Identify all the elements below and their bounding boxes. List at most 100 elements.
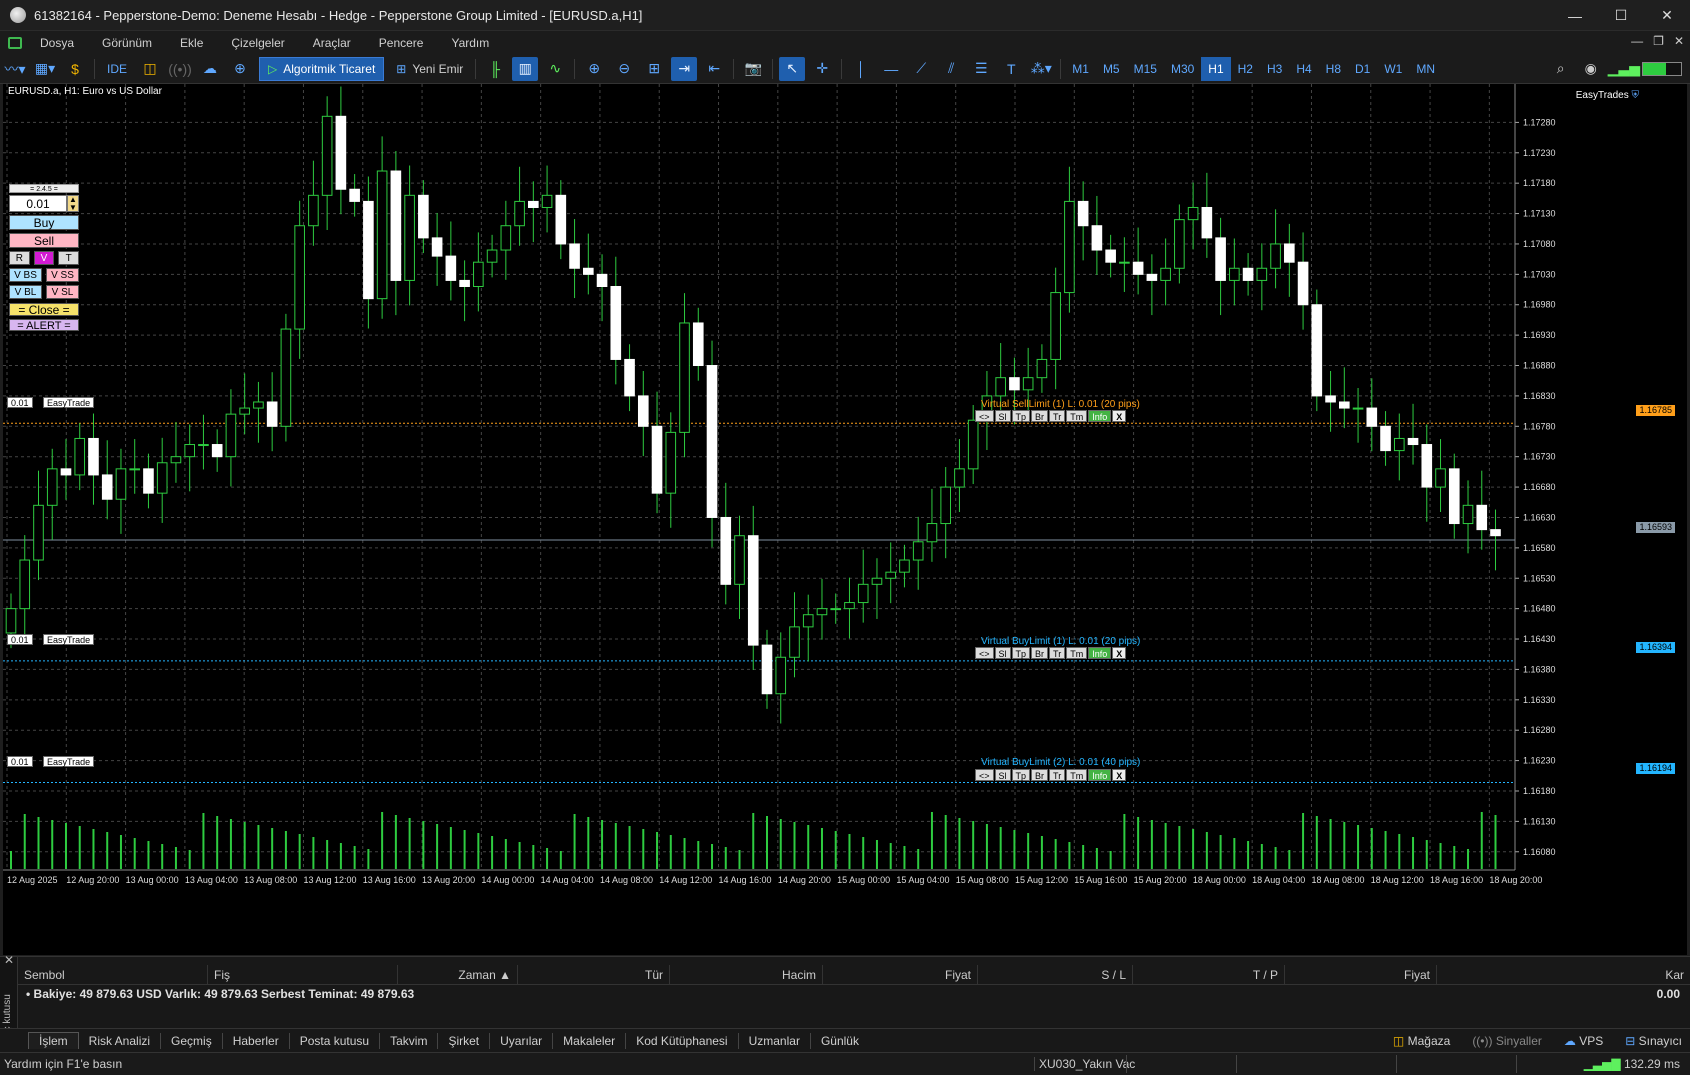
tf-m1[interactable]: M1: [1065, 57, 1096, 81]
menu-help[interactable]: Yardım: [437, 36, 503, 50]
search-icon[interactable]: ⌕: [1548, 57, 1574, 81]
v-ss-button[interactable]: V SS: [46, 268, 79, 282]
col-type[interactable]: Tür: [518, 964, 670, 985]
menu-insert[interactable]: Ekle: [166, 36, 217, 50]
tab-risk-analysis[interactable]: Risk Analizi: [79, 1032, 162, 1049]
vertical-line-icon[interactable]: │: [848, 57, 874, 81]
text-icon[interactable]: T: [998, 57, 1024, 81]
tf-m5[interactable]: M5: [1096, 57, 1127, 81]
order-lot-tag[interactable]: 0.01: [7, 756, 33, 767]
tf-h2[interactable]: H2: [1231, 57, 1260, 81]
info-button[interactable]: Info: [1088, 769, 1112, 781]
tf-mn[interactable]: MN: [1409, 57, 1442, 81]
br-button[interactable]: Br: [1031, 647, 1049, 659]
tr-button[interactable]: Tr: [1049, 647, 1066, 659]
v-button[interactable]: V: [33, 251, 55, 265]
col-current-price[interactable]: Fiyat: [1285, 964, 1437, 985]
tf-h3[interactable]: H3: [1260, 57, 1289, 81]
col-ticket[interactable]: Fiş: [208, 964, 398, 985]
tab-mailbox[interactable]: Posta kutusu: [290, 1032, 381, 1049]
tf-h4[interactable]: H4: [1289, 57, 1318, 81]
tab-articles[interactable]: Makaleler: [553, 1032, 627, 1049]
zoom-in-icon[interactable]: ⊕: [581, 57, 607, 81]
tab-trade[interactable]: İşlem: [28, 1032, 79, 1049]
menu-window[interactable]: Pencere: [365, 36, 438, 50]
chart-templates-icon[interactable]: ▦▾: [32, 57, 58, 81]
order-name-tag[interactable]: EasyTrade: [43, 397, 95, 408]
close-all-button[interactable]: = Close =: [9, 303, 79, 317]
tab-alerts[interactable]: Uyarılar: [490, 1032, 554, 1049]
zoom-out-icon[interactable]: ⊖: [611, 57, 637, 81]
delete-order-button[interactable]: X: [1112, 647, 1127, 659]
price-chart[interactable]: 1.17280 1.17230 1.17180 1.17130 1.17080 1.170…: [3, 84, 1687, 955]
tp-button[interactable]: Tp: [1011, 410, 1031, 422]
v-bl-button[interactable]: V BL: [9, 285, 42, 299]
col-volume[interactable]: Hacim: [670, 964, 823, 985]
toolbox-vertical-tab[interactable]: ✕ Araç kutusu: [0, 953, 18, 1047]
alert-button[interactable]: = ALERT =: [9, 319, 79, 332]
col-profit[interactable]: Kar: [1437, 965, 1690, 985]
br-button[interactable]: Br: [1031, 769, 1049, 781]
new-order-button[interactable]: ⊞ Yeni Emir: [390, 57, 469, 81]
minimize-button[interactable]: —: [1552, 0, 1598, 31]
v-bs-button[interactable]: V BS: [9, 268, 42, 282]
child-restore-button[interactable]: ❐: [1653, 34, 1664, 48]
signal-icon[interactable]: ((•)): [167, 57, 193, 81]
lot-stepper[interactable]: 0.01 ▲ ▼: [9, 195, 79, 212]
tab-news[interactable]: Haberler: [223, 1032, 290, 1049]
info-button[interactable]: Info: [1088, 647, 1112, 659]
menu-file[interactable]: Dosya: [26, 36, 88, 50]
delete-order-button[interactable]: X: [1112, 410, 1127, 422]
menu-charts[interactable]: Çizelgeler: [217, 36, 298, 50]
col-price[interactable]: Fiyat: [823, 964, 978, 985]
cursor-icon[interactable]: ↖: [779, 56, 806, 81]
equidistant-channel-icon[interactable]: ⫽: [938, 57, 964, 81]
sl-button[interactable]: Sl: [994, 769, 1011, 781]
crosshair-icon[interactable]: ✛: [809, 57, 835, 81]
col-sl[interactable]: S / L: [978, 964, 1133, 985]
line-chart-icon[interactable]: ∿: [542, 57, 568, 81]
dollar-icon[interactable]: $: [62, 57, 88, 81]
account-icon[interactable]: ◉: [1578, 57, 1604, 81]
tm-button[interactable]: Tm: [1066, 410, 1088, 422]
v-sl-button[interactable]: V SL: [46, 285, 79, 299]
tf-d1[interactable]: D1: [1348, 57, 1377, 81]
move-button[interactable]: <>: [975, 769, 994, 781]
order-lot-tag[interactable]: 0.01: [7, 634, 33, 645]
horizontal-line-icon[interactable]: —: [878, 57, 904, 81]
screenshot-icon[interactable]: 📷: [740, 57, 766, 81]
col-symbol[interactable]: Sembol: [18, 964, 208, 985]
menu-tools[interactable]: Araçlar: [299, 36, 365, 50]
r-button[interactable]: R: [9, 251, 30, 265]
delete-order-button[interactable]: X: [1112, 769, 1127, 781]
child-minimize-button[interactable]: —: [1631, 34, 1643, 48]
fibonacci-icon[interactable]: ☰: [968, 57, 994, 81]
tr-button[interactable]: Tr: [1049, 769, 1066, 781]
br-button[interactable]: Br: [1031, 410, 1049, 422]
tf-w1[interactable]: W1: [1377, 57, 1409, 81]
chart-type-icon[interactable]: 〰▾: [2, 57, 28, 81]
menu-view[interactable]: Görünüm: [88, 36, 166, 50]
signals-link[interactable]: ((•)) Sinyaller: [1472, 1034, 1542, 1048]
trendline-icon[interactable]: ⟋: [908, 57, 934, 81]
order-name-tag[interactable]: EasyTrade: [43, 634, 95, 645]
auto-scroll-icon[interactable]: ⇥: [671, 56, 698, 81]
tp-button[interactable]: Tp: [1011, 647, 1031, 659]
algo-trading-button[interactable]: ▷ Algoritmik Ticaret: [259, 56, 385, 81]
globe-add-icon[interactable]: ⊕: [227, 57, 253, 81]
move-button[interactable]: <>: [975, 410, 994, 422]
col-tp[interactable]: T / P: [1133, 964, 1285, 985]
move-button[interactable]: <>: [975, 647, 994, 659]
lot-up-icon[interactable]: ▲ ▼: [67, 195, 79, 212]
tf-h1[interactable]: H1: [1201, 56, 1231, 81]
info-button[interactable]: Info: [1088, 410, 1112, 422]
order-lot-tag[interactable]: 0.01: [7, 397, 33, 408]
sl-button[interactable]: Sl: [994, 647, 1011, 659]
child-close-button[interactable]: ✕: [1674, 34, 1684, 48]
tab-history[interactable]: Geçmiş: [161, 1032, 223, 1049]
order-name-tag[interactable]: EasyTrade: [43, 756, 95, 767]
sell-button[interactable]: Sell: [9, 233, 79, 248]
tab-code-base[interactable]: Kod Kütüphanesi: [626, 1032, 739, 1049]
status-profile[interactable]: XU030_Yakın Vac: [1034, 1057, 1135, 1071]
tf-m15[interactable]: M15: [1127, 57, 1164, 81]
